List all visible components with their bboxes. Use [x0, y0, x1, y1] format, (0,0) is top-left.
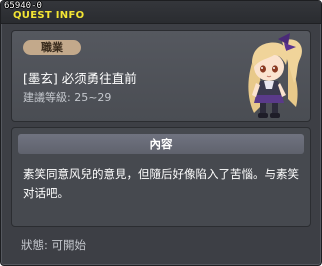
- npc-portrait: [248, 33, 302, 118]
- quest-info-window: 65940-0 QUEST INFO 職業 [墨玄] 必须勇往直前 建議等級: …: [0, 0, 322, 266]
- quest-content-panel: 內容 素笑同意风兒的意見，但隨后好像陷入了苦惱。与素笑对话吧。: [11, 127, 311, 227]
- content-header: 內容: [18, 134, 304, 154]
- window-title: QUEST INFO: [13, 10, 85, 21]
- quest-status: 狀態: 可開始: [21, 238, 87, 252]
- quest-summary-panel: 職業 [墨玄] 必须勇往直前 建議等級: 25~29: [11, 30, 311, 122]
- quest-name: [墨玄] 必须勇往直前: [23, 71, 137, 86]
- quest-description: 素笑同意风兒的意見，但隨后好像陷入了苦惱。与素笑对话吧。: [23, 167, 299, 200]
- level-recommendation: 建議等級: 25~29: [23, 91, 112, 104]
- job-badge: 職業: [23, 40, 81, 55]
- title-bar[interactable]: 65940-0 QUEST INFO: [1, 1, 321, 24]
